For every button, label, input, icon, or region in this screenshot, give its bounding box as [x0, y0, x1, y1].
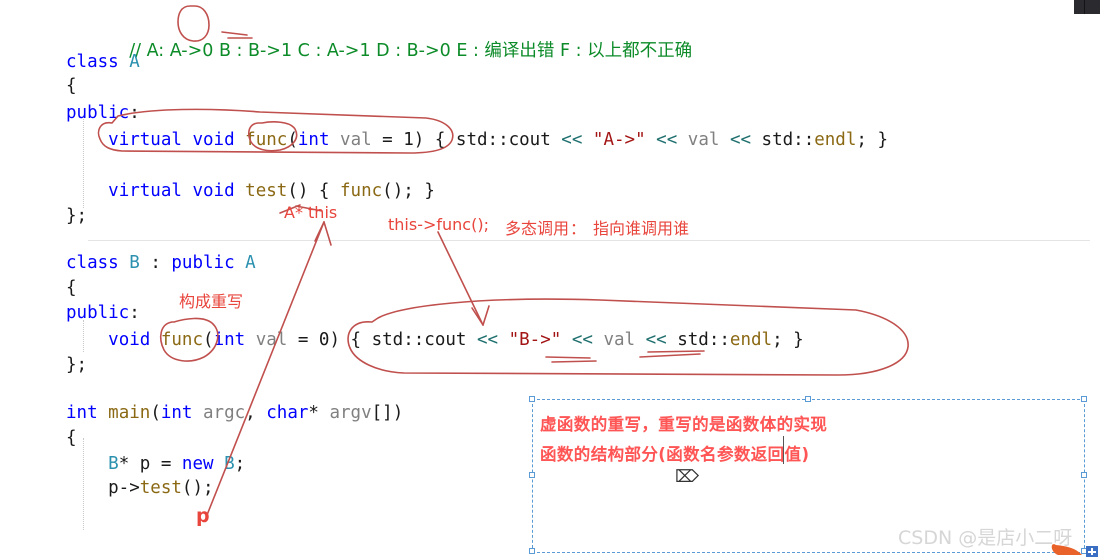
keyword-public: public — [66, 103, 130, 123]
resize-handle-bottom-left[interactable] — [529, 548, 535, 554]
type-a: A — [129, 52, 140, 72]
comment-text: // A: A->0 B : B->1 C : A->1 D : B->0 E … — [129, 40, 693, 61]
function-name-func: func — [245, 130, 288, 150]
code-line-open-brace-a[interactable]: { — [66, 72, 77, 101]
code-line-p-test[interactable]: p->test(); — [66, 474, 213, 503]
resize-handle-middle-right[interactable] — [1081, 472, 1087, 478]
code-section-separator — [88, 240, 1090, 241]
code-line-main[interactable]: int main(int argc, char* argv[]) — [66, 399, 403, 428]
code-line-test-a[interactable]: virtual void test() { func(); } — [66, 177, 435, 206]
function-name-func-b: func — [160, 330, 204, 350]
type-b: B — [129, 253, 140, 273]
code-line-class-b[interactable]: class B : public A — [66, 249, 256, 278]
code-line-class-a[interactable]: class A — [66, 48, 140, 77]
code-line-comment[interactable]: // A: A->0 B : B->1 C : A->1 D : B->0 E … — [66, 8, 692, 94]
text-cursor-icon: ⌦ — [675, 467, 700, 487]
resize-handle-top-center[interactable] — [805, 396, 811, 402]
resize-handle-middle-left[interactable] — [529, 472, 535, 478]
code-line-public-a[interactable]: public: — [66, 99, 140, 128]
resize-handle-top-left[interactable] — [529, 396, 535, 402]
textbox-line-1: 虚函数的重写，重写的是函数体的实现 — [540, 415, 828, 434]
code-line-public-b[interactable]: public: — [66, 299, 140, 328]
text-caret — [783, 436, 784, 464]
screenshot-stage: // A: A->0 B : B->1 C : A->1 D : B->0 E … — [0, 0, 1100, 557]
function-name-test: test — [245, 181, 288, 201]
textbox-line-2: 函数的结构部分(函数名参数返回值) — [540, 445, 810, 464]
top-right-dark-block — [1074, 0, 1100, 14]
code-line-open-brace-main[interactable]: { — [66, 424, 77, 453]
keyword-class: class — [66, 52, 119, 72]
code-line-func-a[interactable]: virtual void func(int val = 1) { std::co… — [66, 126, 888, 155]
code-line-func-b[interactable]: void func(int val = 0) { std::cout << "B… — [66, 326, 804, 355]
code-line-close-b[interactable]: }; — [66, 351, 87, 380]
string-b-arrow: "B->" — [508, 330, 562, 350]
resize-handle-top-right[interactable] — [1081, 396, 1087, 402]
string-a-arrow: "A->" — [592, 130, 646, 150]
resize-handle-bottom-right[interactable] — [1081, 548, 1087, 554]
dark-block-seam — [1084, 0, 1085, 14]
code-line-close-a[interactable]: }; — [66, 202, 87, 231]
csdn-watermark: CSDN @是店小二呀 — [898, 527, 1073, 549]
function-name-main: main — [108, 403, 151, 423]
